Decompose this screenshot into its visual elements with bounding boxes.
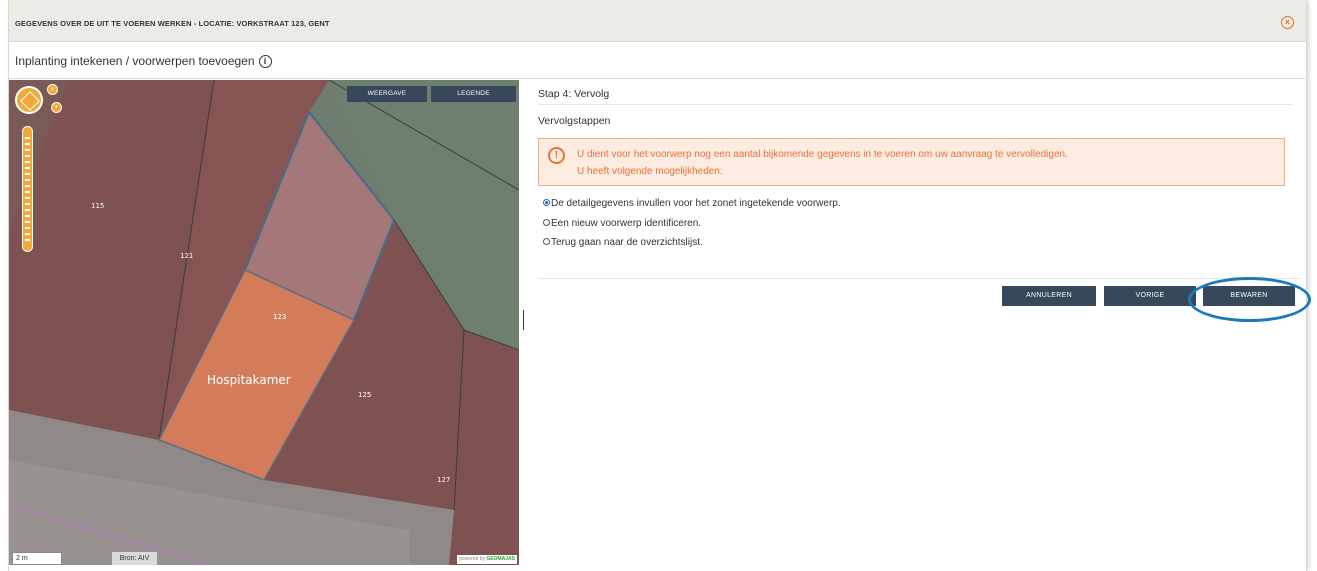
radio-button[interactable] xyxy=(543,237,550,245)
title-bar: GEGEVENS OVER DE UIT TE VOEREN WERKEN - … xyxy=(9,0,1306,42)
option-terug[interactable]: Terug gaan naar de overzichtslijst. xyxy=(543,237,703,248)
weergave-button[interactable]: WEERGAVE xyxy=(347,86,427,102)
map-canvas[interactable] xyxy=(9,80,519,565)
close-icon[interactable]: × xyxy=(1281,16,1294,29)
window-title: GEGEVENS OVER DE UIT TE VOEREN WERKEN - … xyxy=(15,19,330,28)
parcel-label: 121 xyxy=(180,252,194,260)
option-label: De detailgegevens invullen voor het zone… xyxy=(551,198,841,209)
option-label: Terug gaan naar de overzichtslijst. xyxy=(551,237,703,248)
page-title: Inplanting intekenen / voorwerpen toevoe… xyxy=(15,54,272,69)
radio-button[interactable] xyxy=(543,198,550,206)
page-title-text: Inplanting intekenen / voorwerpen toevoe… xyxy=(15,54,255,68)
parcel-label: 125 xyxy=(358,391,372,399)
modal-window: GEGEVENS OVER DE UIT TE VOEREN WERKEN - … xyxy=(8,0,1307,571)
legende-button[interactable]: LEGENDE xyxy=(431,86,516,102)
radio-button[interactable] xyxy=(543,218,550,226)
geomajas-logo: GEOMAJAS xyxy=(486,556,515,562)
powered-by-text: powered by xyxy=(459,556,485,562)
warning-alert: ! U dient voor het voorwerp nog een aant… xyxy=(538,138,1285,186)
zoom-search-icon[interactable]: ⌕ xyxy=(47,84,58,95)
map-viewer[interactable]: ⌕ • WEERGAVE LEGENDE 115 121 123 125 127… xyxy=(9,80,519,565)
pan-control[interactable] xyxy=(15,86,43,114)
object-label: Hospitakamer xyxy=(207,373,291,387)
step-title: Stap 4: Vervolg xyxy=(538,88,610,100)
location-pin-icon[interactable]: • xyxy=(51,102,62,113)
option-label: Een nieuw voorwerp identificeren. xyxy=(551,218,702,229)
bewaren-button[interactable]: BEWAREN xyxy=(1203,286,1295,306)
vorige-button[interactable]: VORIGE xyxy=(1104,286,1196,306)
alert-message: U dient voor het voorwerp nog een aantal… xyxy=(577,149,1068,160)
subheader: Inplanting intekenen / voorwerpen toevoe… xyxy=(9,43,1306,79)
section-title: Vervolgstappen xyxy=(538,115,611,127)
warning-icon: ! xyxy=(548,147,565,164)
option-detailgegevens[interactable]: De detailgegevens invullen voor het zone… xyxy=(543,198,841,209)
parcel-label: 115 xyxy=(91,202,105,210)
powered-by-badge: powered by GEOMAJAS xyxy=(457,555,517,564)
annuleren-button[interactable]: ANNULEREN xyxy=(1002,286,1096,306)
source-label: Bron: AIV xyxy=(112,552,157,565)
zoom-slider[interactable] xyxy=(22,126,33,252)
alert-message: U heeft volgende mogelijkheden: xyxy=(577,166,723,177)
parcel-label: 127 xyxy=(437,476,451,484)
parcel-label: 123 xyxy=(273,313,287,321)
panel-splitter[interactable] xyxy=(523,310,524,330)
option-nieuw-voorwerp[interactable]: Een nieuw voorwerp identificeren. xyxy=(543,218,701,229)
info-icon[interactable]: i xyxy=(258,55,272,69)
scale-bar: 2 m xyxy=(12,552,62,565)
